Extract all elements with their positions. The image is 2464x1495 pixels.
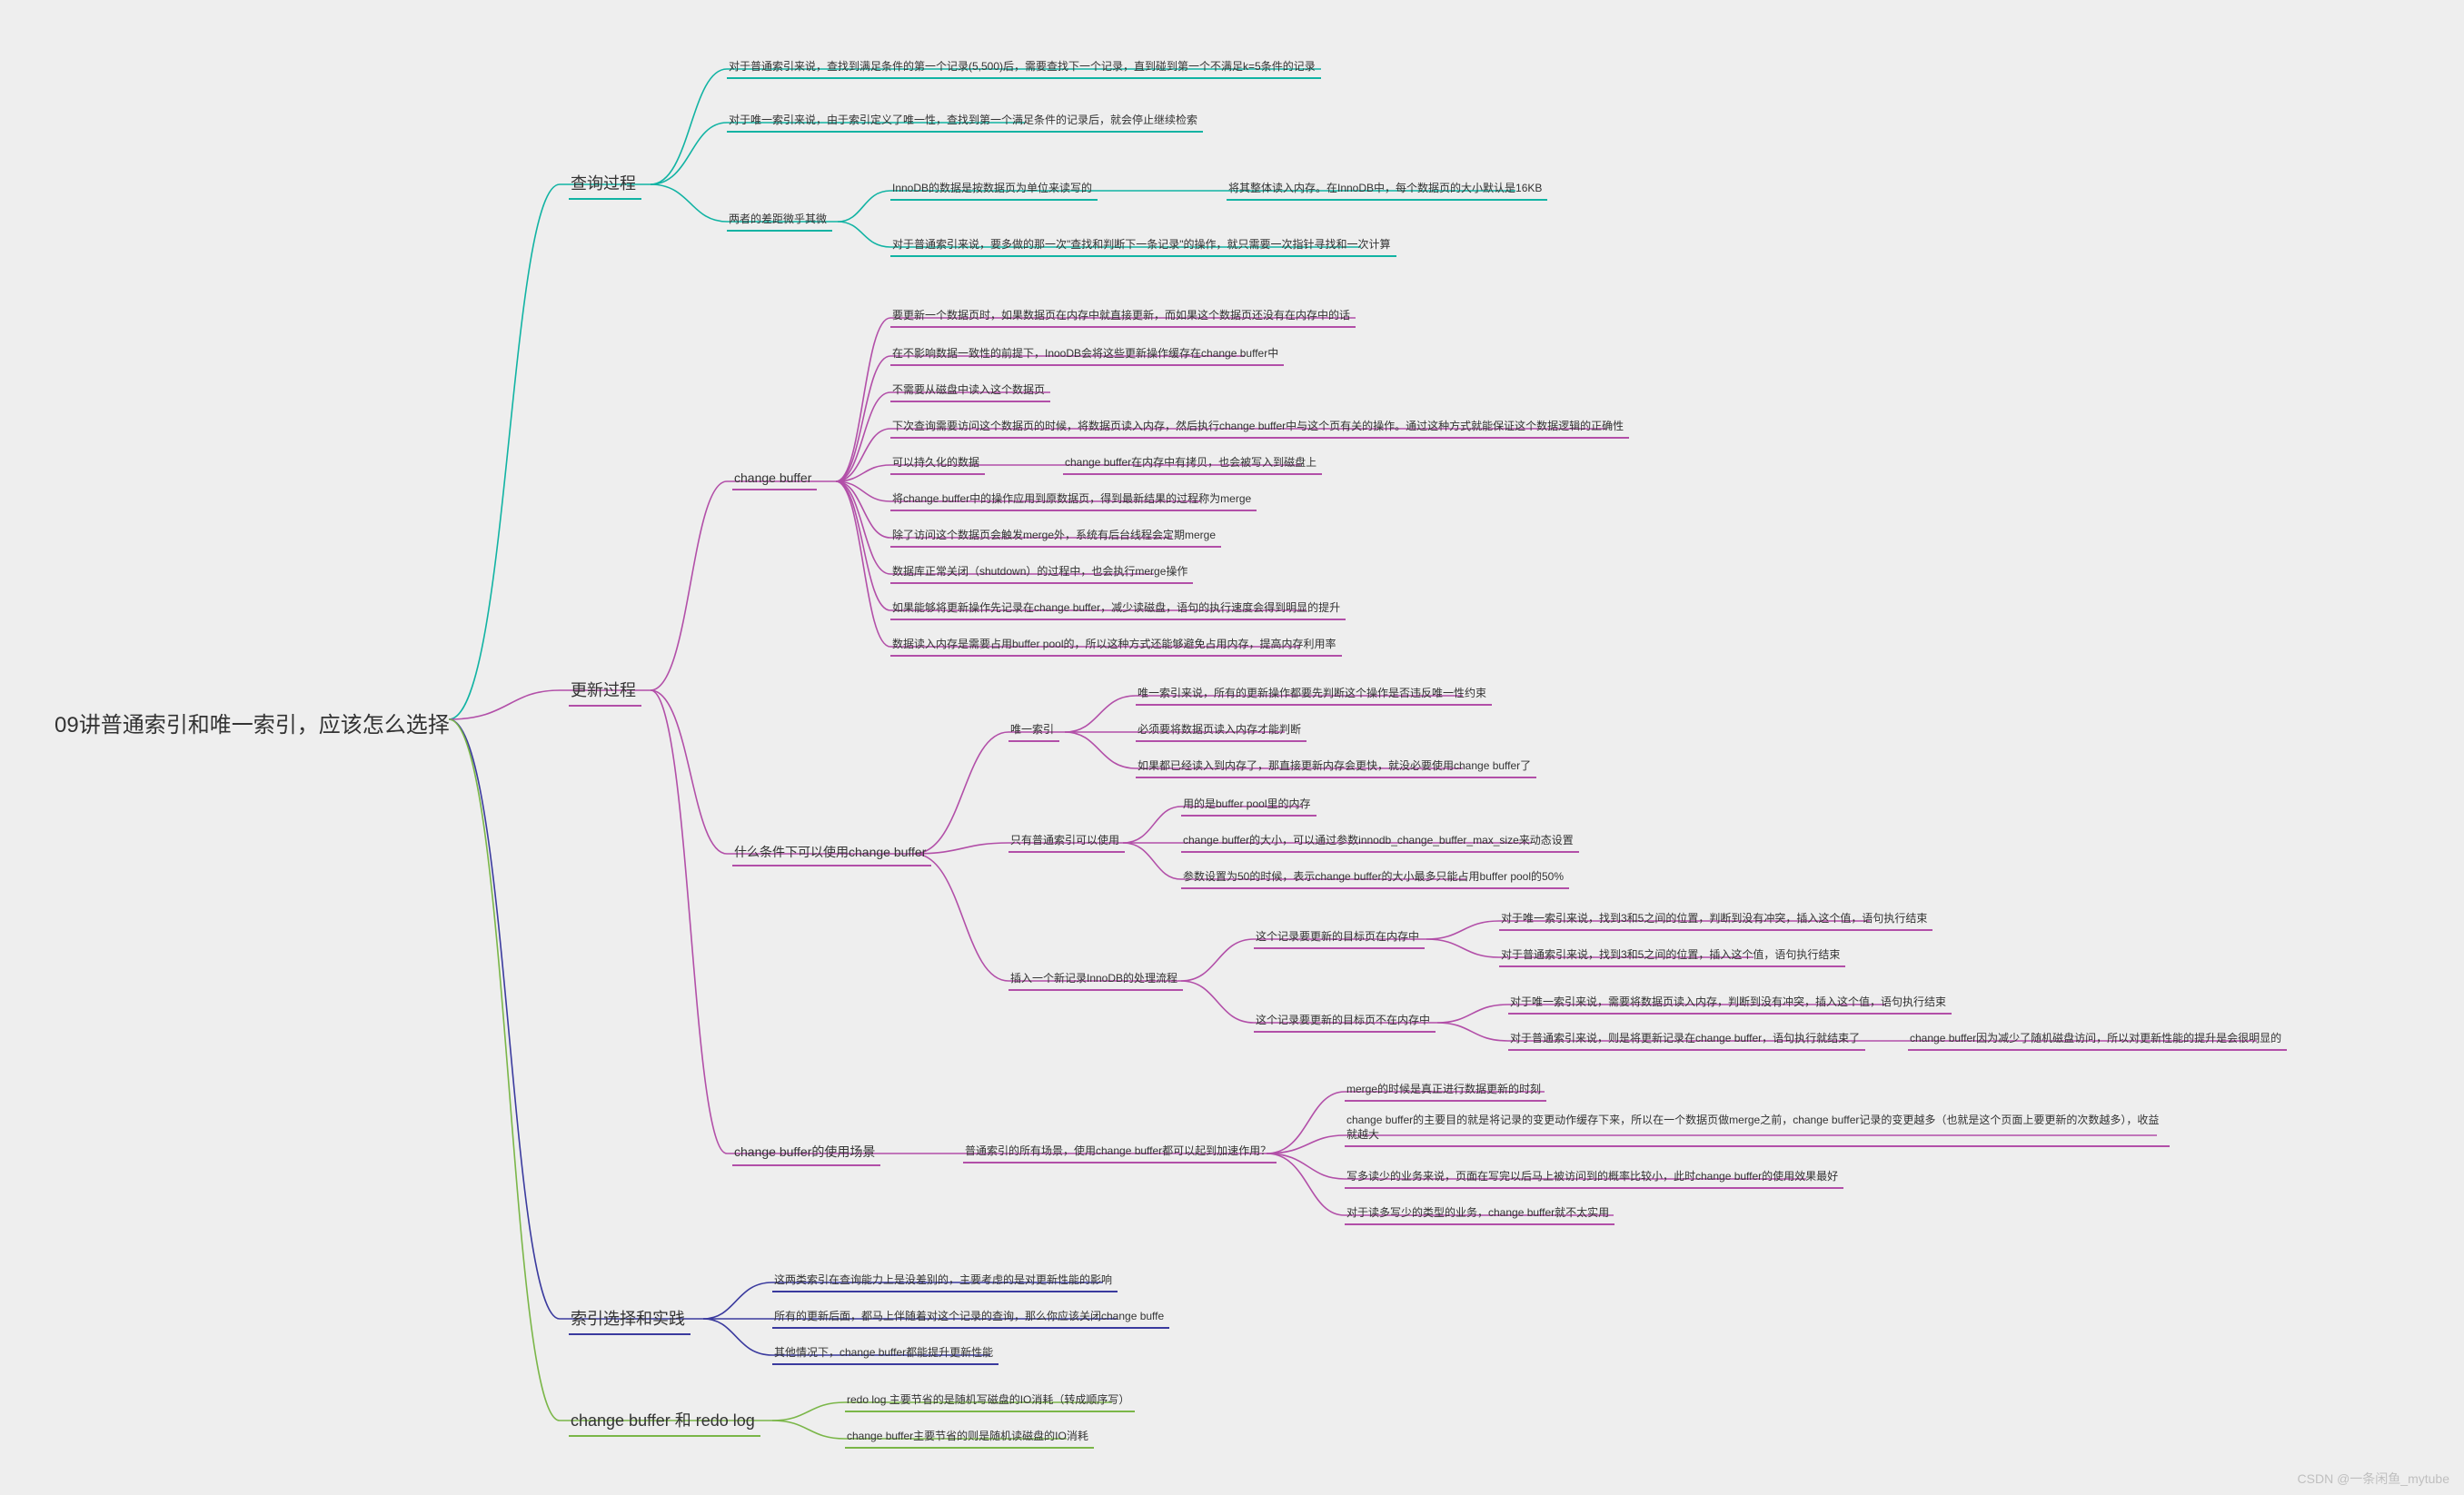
node-q1: 对于普通索引来说，查找到满足条件的第一个记录(5,500)后，需要查找下一个记录…: [727, 56, 1321, 79]
node-cb10: 数据读入内存是需要占用buffer pool的，所以这种方式还能够避免占用内存，…: [890, 634, 1342, 657]
node-redo2: change buffer主要节省的则是随机读磁盘的IO消耗: [845, 1426, 1094, 1449]
node-ins: 插入一个新记录InnoDB的处理流程: [1008, 968, 1183, 991]
node-cb6: 将change buffer中的操作应用到原数据页，得到最新结果的过程称为mer…: [890, 489, 1257, 511]
node-ins-out2: 对于普通索引来说，则是将更新记录在change buffer，语句执行就结束了: [1508, 1028, 1865, 1051]
node-scene2: change buffer的主要目的就是将记录的变更动作缓存下来，所以在一个数据…: [1345, 1112, 2170, 1147]
node-ins-in: 这个记录要更新的目标页在内存中: [1254, 926, 1425, 949]
node-q2: 对于唯一索引来说，由于索引定义了唯一性，查找到第一个满足条件的记录后，就会停止继…: [727, 110, 1203, 133]
node-ins-out: 这个记录要更新的目标页不在内存中: [1254, 1010, 1436, 1033]
node-cb3: 不需要从磁盘中读入这个数据页: [890, 380, 1050, 402]
node-cb7: 除了访问这个数据页会触发merge外，系统有后台线程会定期merge: [890, 525, 1221, 548]
node-scene3: 写多读少的业务来说，页面在写完以后马上被访问到的概率比较小，此时change b…: [1345, 1166, 1843, 1189]
node-uq2: 必须要将数据页读入内存才能判断: [1136, 719, 1307, 742]
node-uq3: 如果都已经读入到内存了，那直接更新内存会更快，就没必要使用change buff…: [1136, 756, 1536, 778]
watermark: CSDN @一条闲鱼_mytube: [2298, 1470, 2449, 1488]
node-only3: 参数设置为50的时候，表示change buffer的大小最多只能占用buffe…: [1181, 866, 1569, 889]
node-redo: change buffer 和 redo log: [569, 1406, 760, 1437]
node-query-process: 查询过程: [569, 169, 641, 200]
node-update-process: 更新过程: [569, 676, 641, 707]
node-ins-out2b: change buffer因为减少了随机磁盘访问，所以对更新性能的提升是会很明显…: [1908, 1028, 2287, 1051]
node-cb2: 在不影响数据一致性的前提下，InooDB会将这些更新操作缓存在change bu…: [890, 343, 1284, 366]
mindmap-svg: [0, 0, 2464, 1495]
node-ins-in1: 对于唯一索引来说，找到3和5之间的位置，判断到没有冲突，插入这个值，语句执行结束: [1499, 908, 1932, 931]
node-cb1: 要更新一个数据页时，如果数据页在内存中就直接更新，而如果这个数据页还没有在内存中…: [890, 305, 1356, 328]
node-q32: 对于普通索引来说，要多做的那一次"查找和判断下一条记录"的操作，就只需要一次指针…: [890, 234, 1396, 257]
node-uq: 唯一索引: [1008, 719, 1059, 742]
node-scene1: merge的时候是真正进行数据更新的时刻: [1345, 1079, 1546, 1102]
node-q3: 两者的差距微乎其微: [727, 209, 832, 232]
node-cb5: 可以持久化的数据: [890, 452, 985, 475]
node-redo1: redo log 主要节省的是随机写磁盘的IO消耗（转成顺序写）: [845, 1390, 1135, 1412]
node-q31: InnoDB的数据是按数据页为单位来读写的: [890, 178, 1098, 201]
node-uq1: 唯一索引来说，所有的更新操作都要先判断这个操作是否违反唯一性约束: [1136, 683, 1492, 706]
node-cb8: 数据库正常关闭（shutdown）的过程中，也会执行merge操作: [890, 561, 1193, 584]
node-sel2: 所有的更新后面，都马上伴随着对这个记录的查询，那么你应该关闭change buf…: [772, 1306, 1169, 1329]
node-cb4: 下次查询需要访问这个数据页的时候，将数据页读入内存，然后执行change buf…: [890, 416, 1629, 439]
node-cond: 什么条件下可以使用change buffer: [732, 841, 931, 866]
node-scene-q: 普通索引的所有场景，使用change buffer都可以起到加速作用？: [963, 1141, 1277, 1163]
node-only: 只有普通索引可以使用: [1008, 830, 1125, 853]
root-node: 09讲普通索引和唯一索引，应该怎么选择: [53, 705, 455, 742]
node-scene: change buffer的使用场景: [732, 1141, 880, 1166]
node-change-buffer: change buffer: [732, 469, 817, 490]
node-q31b: 将其整体读入内存。在InnoDB中，每个数据页的大小默认是16KB: [1227, 178, 1547, 201]
node-sel3: 其他情况下，change buffer都能提升更新性能: [772, 1342, 999, 1365]
node-only1: 用的是buffer pool里的内存: [1181, 794, 1316, 817]
node-only2: change buffer的大小，可以通过参数innodb_change_buf…: [1181, 830, 1579, 853]
node-sel: 索引选择和实践: [569, 1304, 691, 1335]
node-scene4: 对于读多写少的类型的业务，change buffer就不太实用: [1345, 1203, 1615, 1225]
node-sel1: 这两类索引在查询能力上是没差别的，主要考虑的是对更新性能的影响: [772, 1270, 1118, 1292]
node-ins-out1: 对于唯一索引来说，需要将数据页读入内存，判断到没有冲突，插入这个值，语句执行结束: [1508, 992, 1952, 1015]
node-cb9: 如果能够将更新操作先记录在change buffer，减少读磁盘，语句的执行速度…: [890, 598, 1346, 620]
node-ins-in2: 对于普通索引来说，找到3和5之间的位置，插入这个值，语句执行结束: [1499, 945, 1845, 967]
node-cb5b: change buffer在内存中有拷贝，也会被写入到磁盘上: [1063, 452, 1322, 475]
